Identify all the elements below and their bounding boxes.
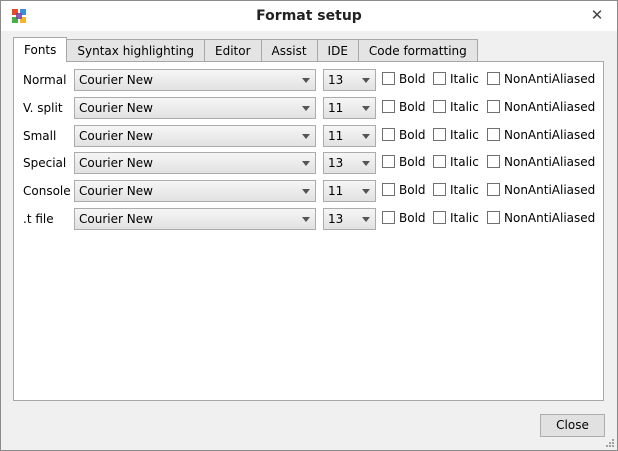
nonantialiased-label[interactable]: NonAntiAliased bbox=[504, 100, 595, 114]
row-label: .t file bbox=[23, 212, 54, 226]
title-bar: Format setup ✕ bbox=[1, 1, 617, 31]
nonantialiased-checkbox[interactable] bbox=[487, 183, 500, 196]
chevron-down-icon bbox=[302, 134, 310, 139]
italic-checkbox[interactable] bbox=[433, 128, 446, 141]
font-family-value: Courier New bbox=[79, 184, 153, 198]
bold-checkbox[interactable] bbox=[382, 155, 395, 168]
tab-assist[interactable]: Assist bbox=[260, 39, 318, 61]
nonantialiased-checkbox[interactable] bbox=[487, 155, 500, 168]
font-row: Normal Courier New 13 Bold Italic NonAntiAlia… bbox=[14, 69, 603, 91]
font-family-select[interactable]: Courier New bbox=[74, 97, 316, 119]
bold-checkbox[interactable] bbox=[382, 100, 395, 113]
tab-ide[interactable]: IDE bbox=[316, 39, 359, 61]
font-size-value: 11 bbox=[328, 184, 344, 198]
nonantialiased-checkbox[interactable] bbox=[487, 128, 500, 141]
italic-checkbox[interactable] bbox=[433, 72, 446, 85]
bold-checkbox[interactable] bbox=[382, 211, 395, 224]
tab-syntax-highlighting[interactable]: Syntax highlighting bbox=[66, 39, 206, 61]
nonantialiased-label[interactable]: NonAntiAliased bbox=[504, 211, 595, 225]
italic-checkbox[interactable] bbox=[433, 155, 446, 168]
font-family-select[interactable]: Courier New bbox=[74, 125, 316, 147]
nonantialiased-checkbox[interactable] bbox=[487, 100, 500, 113]
bold-label[interactable]: Bold bbox=[399, 155, 426, 169]
row-label: Console bbox=[23, 184, 71, 198]
tab-bar: Fonts Syntax highlighting Editor Assist … bbox=[13, 37, 478, 62]
tab-editor[interactable]: Editor bbox=[204, 39, 262, 61]
font-size-select[interactable]: 11 bbox=[323, 180, 376, 202]
row-label: V. split bbox=[23, 101, 63, 115]
font-family-select[interactable]: Courier New bbox=[74, 152, 316, 174]
row-label: Special bbox=[23, 156, 67, 170]
resize-grip-icon[interactable] bbox=[605, 438, 615, 448]
font-size-value: 13 bbox=[328, 73, 344, 87]
font-size-select[interactable]: 13 bbox=[323, 69, 376, 91]
bold-checkbox[interactable] bbox=[382, 72, 395, 85]
font-size-select[interactable]: 13 bbox=[323, 208, 376, 230]
font-size-select[interactable]: 11 bbox=[323, 97, 376, 119]
font-size-value: 13 bbox=[328, 212, 344, 226]
nonantialiased-label[interactable]: NonAntiAliased bbox=[504, 155, 595, 169]
font-family-value: Courier New bbox=[79, 156, 153, 170]
italic-label[interactable]: Italic bbox=[450, 72, 479, 86]
font-size-value: 11 bbox=[328, 129, 344, 143]
italic-checkbox[interactable] bbox=[433, 183, 446, 196]
font-family-select[interactable]: Courier New bbox=[74, 180, 316, 202]
bold-label[interactable]: Bold bbox=[399, 211, 426, 225]
chevron-down-icon bbox=[302, 161, 310, 166]
font-row: Small Courier New 11 Bold Italic NonAntiAlias… bbox=[14, 125, 603, 147]
bold-checkbox[interactable] bbox=[382, 183, 395, 196]
nonantialiased-checkbox[interactable] bbox=[487, 211, 500, 224]
italic-label[interactable]: Italic bbox=[450, 183, 479, 197]
font-row: Special Courier New 13 Bold Italic NonAntiAli… bbox=[14, 152, 603, 174]
italic-label[interactable]: Italic bbox=[450, 155, 479, 169]
italic-checkbox[interactable] bbox=[433, 100, 446, 113]
italic-label[interactable]: Italic bbox=[450, 211, 479, 225]
font-family-select[interactable]: Courier New bbox=[74, 208, 316, 230]
window-title: Format setup bbox=[256, 8, 362, 24]
nonantialiased-label[interactable]: NonAntiAliased bbox=[504, 128, 595, 142]
bold-checkbox[interactable] bbox=[382, 128, 395, 141]
font-row: .t file Courier New 13 Bold Italic NonAntiAli… bbox=[14, 208, 603, 230]
font-row: V. split Courier New 11 Bold Italic NonAntiAl… bbox=[14, 97, 603, 119]
close-button[interactable]: Close bbox=[540, 414, 605, 437]
row-label: Normal bbox=[23, 73, 67, 87]
chevron-down-icon bbox=[302, 189, 310, 194]
bold-label[interactable]: Bold bbox=[399, 183, 426, 197]
font-size-select[interactable]: 13 bbox=[323, 152, 376, 174]
font-row: Console Courier New 11 Bold Italic NonAntiAli… bbox=[14, 180, 603, 202]
font-size-value: 11 bbox=[328, 101, 344, 115]
font-family-value: Courier New bbox=[79, 212, 153, 226]
bold-label[interactable]: Bold bbox=[399, 100, 426, 114]
italic-label[interactable]: Italic bbox=[450, 100, 479, 114]
bold-label[interactable]: Bold bbox=[399, 72, 426, 86]
bold-label[interactable]: Bold bbox=[399, 128, 426, 142]
font-family-value: Courier New bbox=[79, 129, 153, 143]
tab-code-formatting[interactable]: Code formatting bbox=[357, 39, 478, 61]
chevron-down-icon bbox=[302, 78, 310, 83]
chevron-down-icon bbox=[362, 217, 370, 222]
font-size-value: 13 bbox=[328, 156, 344, 170]
nonantialiased-checkbox[interactable] bbox=[487, 72, 500, 85]
chevron-down-icon bbox=[302, 217, 310, 222]
italic-label[interactable]: Italic bbox=[450, 128, 479, 142]
nonantialiased-label[interactable]: NonAntiAliased bbox=[504, 72, 595, 86]
font-family-value: Courier New bbox=[79, 73, 153, 87]
chevron-down-icon bbox=[362, 78, 370, 83]
nonantialiased-label[interactable]: NonAntiAliased bbox=[504, 183, 595, 197]
chevron-down-icon bbox=[362, 106, 370, 111]
fonts-panel: Normal Courier New 13 Bold Italic NonAntiAlia… bbox=[13, 61, 604, 401]
chevron-down-icon bbox=[362, 161, 370, 166]
row-label: Small bbox=[23, 129, 57, 143]
chevron-down-icon bbox=[362, 134, 370, 139]
chevron-down-icon bbox=[362, 189, 370, 194]
format-setup-dialog: Format setup ✕ Fonts Syntax highlighting… bbox=[0, 0, 618, 451]
italic-checkbox[interactable] bbox=[433, 211, 446, 224]
tab-fonts[interactable]: Fonts bbox=[13, 37, 68, 62]
font-family-value: Courier New bbox=[79, 101, 153, 115]
chevron-down-icon bbox=[302, 106, 310, 111]
font-family-select[interactable]: Courier New bbox=[74, 69, 316, 91]
font-size-select[interactable]: 11 bbox=[323, 125, 376, 147]
close-icon[interactable]: ✕ bbox=[587, 6, 607, 26]
